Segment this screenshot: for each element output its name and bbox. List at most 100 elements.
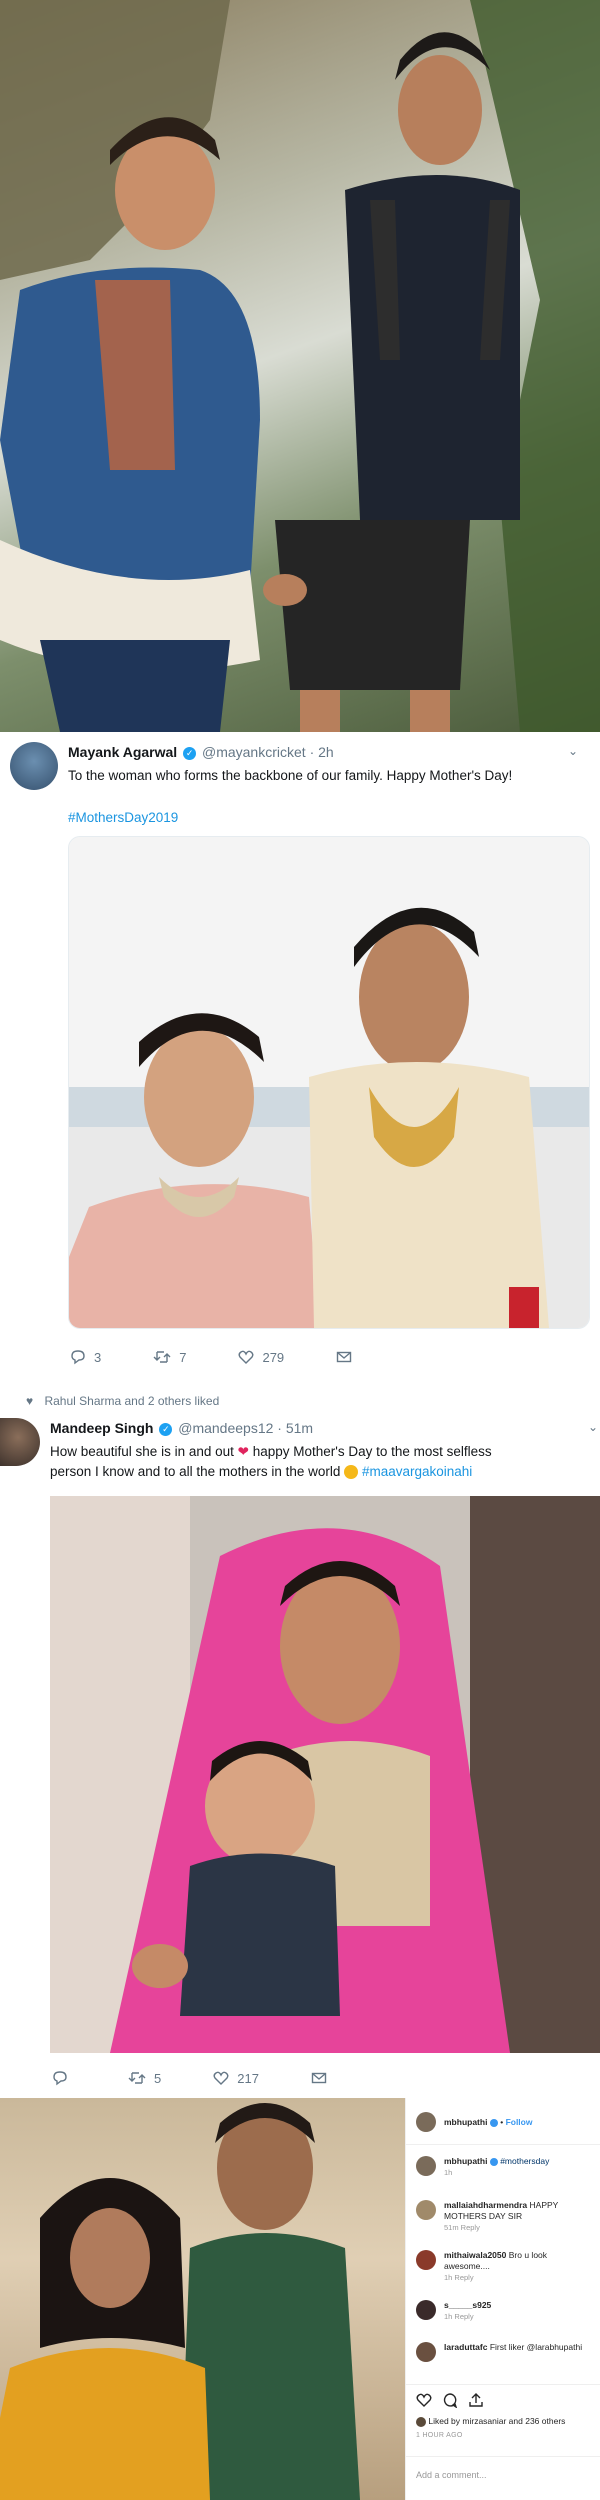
add-comment-input[interactable]: Add a comment...	[416, 2470, 487, 2480]
avatar[interactable]	[416, 2250, 436, 2270]
caption-time: 1h	[444, 2168, 453, 2177]
liked-by-row: ♥ Rahul Sharma and 2 others liked	[26, 1394, 219, 1408]
avatar[interactable]	[416, 2342, 436, 2362]
retweet-count: 7	[179, 1349, 187, 1365]
author-handle[interactable]: @mayankcricket	[202, 744, 306, 760]
heart-icon	[238, 1350, 254, 1364]
author-name[interactable]: Mandeep Singh	[50, 1420, 153, 1436]
liked-by-text[interactable]: Liked by mirzasaniar and 236 others	[428, 2416, 565, 2426]
comment: mithaiwala2050 Bro u look awesome.... 1h…	[416, 2250, 592, 2292]
envelope-icon	[311, 2072, 327, 2084]
chevron-down-icon[interactable]: ⌄	[588, 1420, 598, 1434]
envelope-icon	[336, 1351, 352, 1363]
hugging-emoji-icon	[344, 1465, 359, 1480]
tweet-text-part3: person I know and to all the mothers in …	[50, 1464, 341, 1479]
retweet-button[interactable]: 7	[153, 1349, 186, 1365]
hashtag-link[interactable]: #maavargakoinahi	[362, 1464, 472, 1479]
heart-icon	[213, 2071, 229, 2085]
comment-meta[interactable]: 1h Reply	[444, 2312, 474, 2321]
follow-button[interactable]: Follow	[506, 2117, 533, 2127]
retweet-count: 5	[154, 2070, 162, 2086]
retweet-button[interactable]: 5	[128, 2070, 161, 2086]
tweet-text-part2: happy Mother's Day to the most selfless	[252, 1444, 492, 1459]
avatar[interactable]	[416, 2300, 436, 2320]
caption-username[interactable]: mbhupathi	[444, 2156, 487, 2166]
tweet-actions: 5 217	[52, 2070, 387, 2086]
like-button[interactable]: 279	[238, 1349, 284, 1365]
tweet-actions: 3 7 279	[70, 1349, 412, 1365]
comment: mallaiahdharmendra HAPPY MOTHERS DAY SIR…	[416, 2200, 592, 2242]
comment-username[interactable]: mithaiwala2050	[444, 2250, 506, 2260]
retweet-icon	[128, 2072, 146, 2084]
direct-message-button[interactable]	[336, 1349, 360, 1365]
reply-button[interactable]: 3	[70, 1349, 101, 1365]
verified-icon	[489, 2118, 498, 2127]
divider	[406, 2144, 600, 2145]
comment-icon[interactable]	[442, 2392, 458, 2408]
chevron-down-icon[interactable]: ⌄	[568, 744, 578, 758]
tweet-text: To the woman who forms the backbone of o…	[68, 768, 513, 783]
comment-meta[interactable]: 1h Reply	[444, 2273, 474, 2282]
avatar[interactable]	[416, 2112, 436, 2132]
caption-hashtag[interactable]: #mothersday	[500, 2156, 549, 2166]
author-name[interactable]: Mayank Agarwal	[68, 744, 177, 760]
post-time: 1 HOUR AGO	[416, 2432, 463, 2439]
retweet-icon	[153, 1351, 171, 1363]
top-photo	[0, 0, 600, 732]
tweet-mayank: Mayank Agarwal ✓ @mayankcricket · 2h ⌄ T…	[0, 732, 600, 1380]
author-handle[interactable]: @mandeeps12	[178, 1420, 273, 1436]
liked-by-text[interactable]: Rahul Sharma and 2 others liked	[44, 1394, 219, 1408]
like-button[interactable]: 217	[213, 2070, 259, 2086]
caption: mbhupathi #mothersday 1h	[416, 2156, 592, 2190]
mother-son-indoor-illustration	[0, 2103, 360, 2500]
tweet-photo[interactable]	[68, 836, 590, 1329]
divider	[406, 2384, 600, 2385]
reply-icon	[53, 2071, 67, 2086]
reply-button[interactable]	[52, 2070, 76, 2086]
instagram-side-panel: mbhupathi • Follow mbhupathi #mothersday…	[405, 2098, 600, 2500]
instagram-actions	[416, 2392, 484, 2408]
tweet-mandeep: ♥ Rahul Sharma and 2 others liked Mandee…	[0, 1380, 600, 2098]
verified-icon	[489, 2157, 498, 2166]
separator: ·	[309, 744, 315, 760]
red-heart-emoji-icon: ❤	[237, 1444, 249, 1459]
avatar[interactable]	[416, 2156, 436, 2176]
verified-icon: ✓	[159, 1422, 173, 1436]
tweet-header: Mayank Agarwal ✓ @mayankcricket · 2h	[68, 744, 334, 760]
tweet-text: How beautiful she is in and out ❤ happy …	[50, 1442, 595, 1482]
comment-username[interactable]: laraduttafc	[444, 2342, 487, 2352]
separator: ·	[277, 1420, 282, 1436]
verified-icon: ✓	[183, 746, 197, 760]
share-icon[interactable]	[468, 2392, 484, 2408]
comment-username[interactable]: s_____s925	[444, 2300, 491, 2310]
like-count: 217	[237, 2070, 259, 2086]
direct-message-button[interactable]	[311, 2070, 335, 2086]
heart-small-icon: ♥	[26, 1394, 34, 1408]
comment: s_____s925 1h Reply	[416, 2300, 592, 2334]
divider	[406, 2456, 600, 2457]
reply-icon	[71, 1350, 85, 1365]
avatar[interactable]	[416, 2200, 436, 2220]
comment: laraduttafc First liker @larabhupathi	[416, 2342, 592, 2372]
comment-username[interactable]: mallaiahdharmendra	[444, 2200, 527, 2210]
mother-son-hike-illustration	[0, 0, 600, 732]
comment-text: First liker @larabhupathi	[489, 2342, 583, 2352]
header-username[interactable]: mbhupathi	[444, 2117, 487, 2127]
instagram-header: mbhupathi • Follow	[416, 2112, 592, 2134]
instagram-likes-row: Liked by mirzasaniar and 236 others	[416, 2416, 594, 2427]
tweet-text-part1: How beautiful she is in and out	[50, 1444, 234, 1459]
avatar[interactable]	[416, 2416, 426, 2427]
like-count: 279	[262, 1349, 285, 1365]
heart-icon[interactable]	[416, 2392, 432, 2408]
instagram-photo[interactable]	[0, 2098, 405, 2500]
tweet-time[interactable]: 51m	[286, 1420, 313, 1436]
comment-meta[interactable]: 51m Reply	[444, 2223, 480, 2232]
avatar[interactable]	[10, 742, 58, 790]
reply-count: 3	[94, 1349, 102, 1365]
tweet-time[interactable]: 2h	[318, 744, 334, 760]
separator: •	[500, 2117, 504, 2127]
tweet-photo[interactable]	[50, 1496, 600, 2053]
hashtag-link[interactable]: #MothersDay2019	[68, 808, 178, 828]
mother-and-baby-illustration	[50, 1496, 600, 2053]
avatar[interactable]	[0, 1418, 40, 1466]
